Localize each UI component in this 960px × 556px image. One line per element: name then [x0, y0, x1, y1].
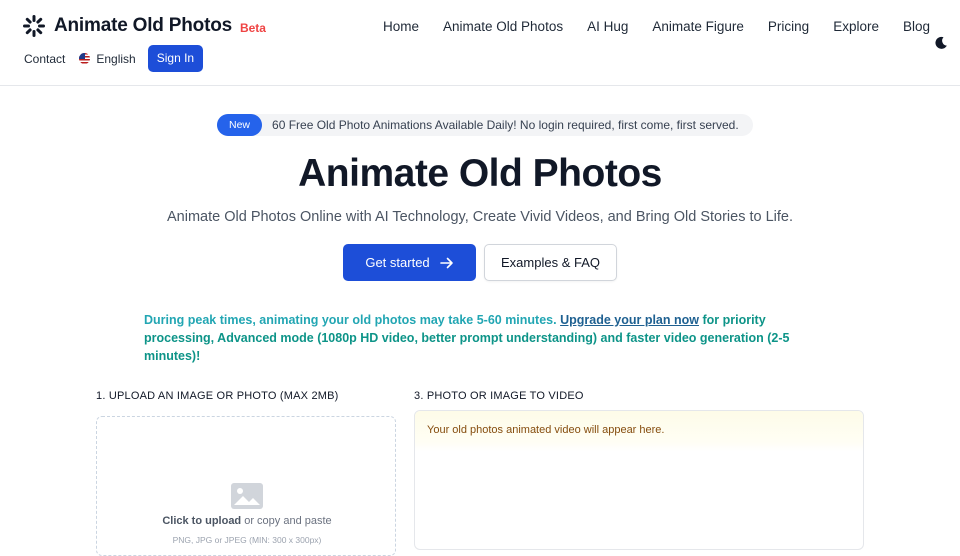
site-header: Animate Old Photos Beta Home Animate Old… — [0, 0, 960, 86]
sub-nav: Contact English Sign In — [24, 45, 204, 72]
sign-in-button[interactable]: Sign In — [147, 45, 204, 72]
upgrade-plan-link[interactable]: Upgrade your plan now — [560, 313, 699, 327]
language-selector[interactable]: English — [79, 51, 136, 66]
click-to-upload[interactable]: Click to upload — [162, 515, 241, 527]
examples-faq-button[interactable]: Examples & FAQ — [484, 244, 617, 281]
nav-blog[interactable]: Blog — [903, 19, 930, 34]
moon-icon[interactable] — [934, 36, 948, 50]
peak-times-notice: During peak times, animating your old ph… — [144, 311, 824, 365]
nav-explore[interactable]: Explore — [833, 19, 879, 34]
video-section-label: 3. PHOTO OR IMAGE TO VIDEO — [414, 390, 584, 402]
announcement-message: 60 Free Old Photo Animations Available D… — [272, 118, 739, 132]
upload-format-hint: PNG, JPG or JPEG (MIN: 300 x 300px) — [172, 535, 322, 545]
arrow-right-icon — [439, 257, 453, 268]
nav-animate-old-photos[interactable]: Animate Old Photos — [443, 19, 563, 34]
nav-home[interactable]: Home — [383, 19, 419, 34]
image-icon — [231, 483, 263, 509]
announcement-bar[interactable]: New 60 Free Old Photo Animations Availab… — [217, 114, 753, 136]
video-placeholder: Your old photos animated video will appe… — [415, 411, 863, 451]
get-started-button[interactable]: Get started — [343, 244, 476, 281]
us-flag-icon — [79, 53, 91, 64]
nav-ai-hug[interactable]: AI Hug — [587, 19, 628, 34]
get-started-label: Get started — [365, 255, 430, 270]
upload-section-label: 1. UPLOAD AN IMAGE OR PHOTO (MAX 2MB) — [96, 390, 339, 402]
brand-name: Animate Old Photos — [54, 15, 232, 36]
language-label: English — [96, 51, 136, 66]
main-nav: Home Animate Old Photos AI Hug Animate F… — [383, 19, 930, 34]
notice-text-1: During peak times, animating your old ph… — [144, 313, 561, 327]
upload-dropzone[interactable]: Click to upload or copy and paste PNG, J… — [96, 416, 396, 556]
beta-badge: Beta — [239, 21, 266, 35]
nav-animate-figure[interactable]: Animate Figure — [652, 19, 744, 34]
video-output-panel: Your old photos animated video will appe… — [414, 410, 864, 550]
sparkle-burst-icon — [23, 15, 45, 37]
brand[interactable]: Animate Old Photos Beta — [22, 14, 266, 38]
page-title: Animate Old Photos — [298, 152, 662, 195]
upload-instructions: Click to upload or copy and paste — [97, 515, 397, 527]
contact-link[interactable]: Contact — [24, 52, 65, 66]
nav-pricing[interactable]: Pricing — [768, 19, 809, 34]
upload-or-paste: or copy and paste — [241, 515, 332, 527]
new-badge: New — [217, 114, 263, 136]
page-subtitle: Animate Old Photos Online with AI Techno… — [167, 209, 793, 225]
